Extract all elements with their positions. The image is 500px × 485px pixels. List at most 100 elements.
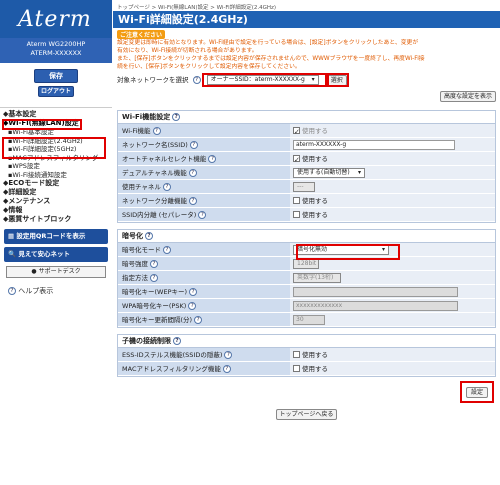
help-toggle[interactable]: ? ヘルプ表示 — [6, 286, 106, 296]
row-label: MACアドレスフィルタリング機能? — [118, 362, 290, 375]
nav-maintenance[interactable]: ◆メンテナンス — [2, 197, 110, 206]
row-label: 使用チャネル? — [118, 180, 290, 193]
help-icon[interactable]: ? — [208, 155, 217, 163]
notice-heading: ご注意ください — [117, 30, 166, 39]
checkbox-label: 使用する — [302, 210, 328, 219]
row-value: 使用する — [290, 124, 495, 139]
help-icon[interactable]: ? — [192, 76, 201, 84]
row-value: 英数字(13桁) — [290, 271, 495, 284]
help-icon[interactable]: ? — [188, 169, 197, 177]
model-info: Aterm WG2200HP ATERM-XXXXXX — [0, 38, 112, 63]
user-box: 保存 ログアウト — [0, 63, 112, 108]
row-label: SSID内分離 (セパレータ)? — [118, 208, 290, 221]
key-format-value: 英数字(13桁) — [297, 273, 334, 281]
help-icon[interactable]: ? — [194, 316, 203, 324]
help-icon[interactable]: ? — [152, 127, 161, 135]
encryption-strength-value: 128bit — [297, 259, 317, 267]
main-content: トップページ > Wi-Fi(無線LAN)設定 > Wi-Fi詳細設定(2.4G… — [113, 0, 500, 485]
nav-site-block[interactable]: ◆悪質サイトブロック — [2, 215, 110, 224]
channel-value: --- — [297, 182, 304, 190]
row-value: 使用する(自動切替) ▾ — [290, 166, 495, 179]
row-label: 指定方法? — [118, 271, 290, 284]
key-format-select[interactable]: 英数字(13桁) — [293, 272, 341, 283]
encryption-section-title: 暗号化? — [118, 230, 495, 243]
help-icon[interactable]: ? — [150, 260, 158, 268]
help-icon[interactable]: ? — [173, 337, 181, 345]
nav-basic[interactable]: ◆基本設定 — [2, 110, 110, 119]
help-icon[interactable]: ? — [145, 232, 153, 240]
nav-wps[interactable]: ▪WPS設定 — [2, 162, 110, 171]
mac-filter-checkbox[interactable] — [293, 365, 300, 372]
row-channel: 使用チャネル? --- — [118, 180, 495, 194]
anshin-net-button[interactable]: 🔍 見えて安心ネット — [4, 247, 108, 262]
row-auto-channel: オートチャネルセレクト機能? 使用する — [118, 152, 495, 167]
row-label-text: MACアドレスフィルタリング機能 — [122, 365, 221, 373]
row-label: 暗号化キー更新間隔(分)? — [118, 313, 290, 326]
nav-wifi-notify[interactable]: ▪Wi-Fi接続通知設定 — [2, 171, 110, 180]
checkbox-label: 使用する — [302, 350, 328, 359]
help-icon[interactable]: ? — [189, 141, 198, 149]
row-wifi-function: Wi-Fi機能? 使用する — [118, 124, 495, 139]
support-desk-button[interactable]: ● サポートデスク — [6, 266, 106, 278]
row-label: オートチャネルセレクト機能? — [118, 152, 290, 165]
checkbox-label: 使用する — [302, 154, 328, 163]
help-icon[interactable]: ? — [162, 183, 171, 191]
row-label-text: 暗号強度 — [122, 260, 148, 268]
row-label-text: 暗号化キー更新間隔(分) — [122, 316, 193, 324]
nav-eco[interactable]: ◆ECOモード設定 — [2, 179, 110, 188]
psk-input[interactable]: xxxxxxxxxxxxx — [293, 300, 458, 311]
row-label-text: WPA暗号化キー(PSK) — [122, 302, 187, 310]
help-icon[interactable]: ? — [163, 246, 171, 254]
breadcrumb: トップページ > Wi-Fi(無線LAN)設定 > Wi-Fi詳細設定(2.4G… — [117, 5, 277, 11]
help-icon[interactable]: ? — [189, 288, 198, 296]
row-label: ネットワーク分離機能? — [118, 194, 290, 207]
back-to-top-button[interactable]: トップページへ戻る — [275, 409, 338, 420]
encryption-section: 暗号化? 暗号化モード? 暗号化無効 ▾ 暗号強度? 128bit 指定方法? 英数字(… — [117, 229, 496, 328]
anshin-net-label: 見えて安心ネット — [18, 250, 71, 258]
key-interval-input[interactable]: 30 — [293, 314, 325, 325]
help-icon[interactable]: ? — [222, 365, 231, 373]
auto-channel-checkbox[interactable] — [293, 153, 300, 167]
help-icon[interactable]: ? — [198, 211, 207, 219]
row-mac-filter: MACアドレスフィルタリング機能? 使用する — [118, 362, 495, 376]
sidebar: Aterm Aterm WG2200HP ATERM-XXXXXX 保存 ログア… — [0, 0, 112, 485]
help-icon[interactable]: ? — [224, 351, 233, 359]
separator-checkbox[interactable] — [293, 211, 300, 218]
help-icon[interactable]: ? — [150, 274, 158, 282]
dual-channel-select[interactable]: 使用する(自動切替) ▾ — [293, 167, 365, 178]
wifi-section-title-text: Wi-Fi機能設定 — [122, 113, 171, 121]
row-label-text: ネットワーク分離機能 — [122, 197, 187, 205]
row-label: ESS-IDステルス機能(SSIDの隠蔽)? — [118, 348, 290, 361]
wifi-function-section: Wi-Fi機能設定? Wi-Fi機能?使用する ネットワーク名(SSID)?at… — [117, 110, 496, 223]
row-label-text: 暗号化モード — [122, 246, 161, 254]
encryption-strength-select[interactable]: 128bit — [293, 258, 319, 269]
ess-stealth-checkbox[interactable] — [293, 351, 300, 358]
row-value: --- — [290, 180, 495, 193]
save-button[interactable]: 保存 — [34, 69, 78, 83]
row-label: 暗号強度? — [118, 257, 290, 270]
network-isolation-checkbox[interactable] — [293, 197, 300, 204]
row-value — [290, 285, 495, 298]
ssid-input[interactable]: aterm-XXXXXX-g — [293, 139, 455, 150]
device-id: ATERM-XXXXXX — [30, 49, 82, 57]
help-icon[interactable]: ? — [172, 113, 181, 121]
qr-code-button[interactable]: ▦ 設定用QRコードを表示 — [4, 229, 108, 244]
row-label-text: オートチャネルセレクト機能 — [122, 155, 207, 163]
advanced-settings-button[interactable]: 高度な設定を表示 — [439, 91, 496, 102]
row-label-text: ネットワーク名(SSID) — [122, 141, 188, 149]
checkbox-label: 使用する — [302, 364, 328, 373]
row-label: Wi-Fi機能? — [118, 124, 290, 137]
row-label-text: Wi-Fi機能 — [122, 127, 151, 135]
page-title: Wi-Fi詳細設定(2.4GHz) — [113, 11, 500, 28]
help-icon[interactable]: ? — [189, 197, 197, 205]
help-icon: ? — [8, 287, 16, 295]
wep-key-input[interactable] — [293, 286, 458, 297]
nav-info[interactable]: ◆情報 — [2, 206, 110, 215]
logout-button[interactable]: ログアウト — [38, 86, 74, 97]
help-icon[interactable]: ? — [188, 302, 197, 310]
nav-advanced[interactable]: ◆詳細設定 — [2, 188, 110, 197]
wifi-function-checkbox[interactable] — [293, 125, 300, 139]
dot-icon: ● — [31, 268, 39, 275]
channel-select[interactable]: --- — [293, 181, 315, 192]
row-label: WPA暗号化キー(PSK)? — [118, 299, 290, 312]
